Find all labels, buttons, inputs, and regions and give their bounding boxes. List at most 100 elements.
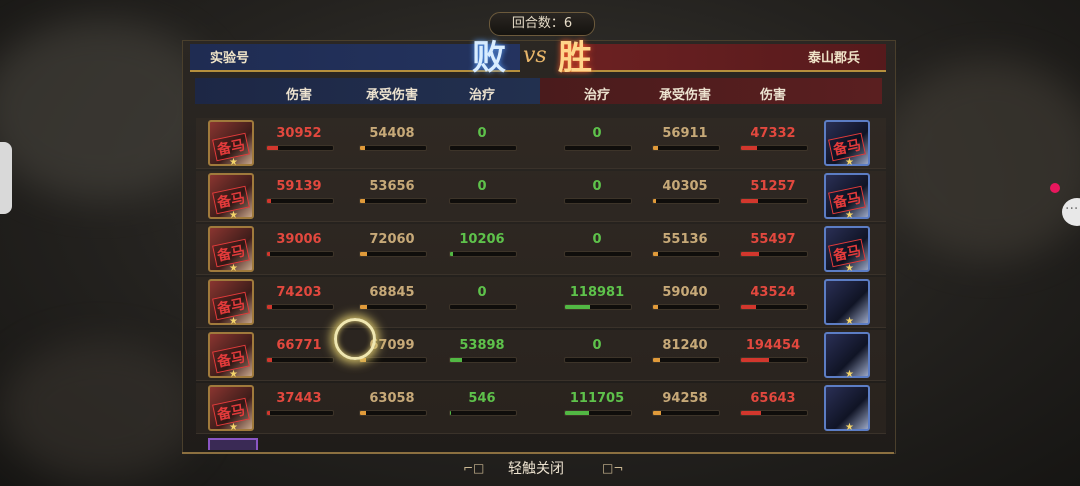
result-lose-label: 败 [472,38,506,78]
right-damage-taken-bar [652,410,720,416]
right-damage-bar [740,410,808,416]
tap-to-close-label[interactable]: 轻触关闭 [508,458,564,478]
left-damage-taken-bar-fill [360,252,367,256]
panel-bottom-border [182,452,894,454]
right-damage-taken-value: 94258 [662,391,708,406]
column-header-left-healing: 治疗 [468,88,495,103]
left-damage-taken-value: 72060 [369,232,415,247]
column-header-right-healing: 治疗 [583,88,610,103]
right-hero-portrait[interactable]: ★ [824,279,870,327]
left-damage-bar [266,145,334,151]
left-hero-portrait[interactable]: 备马 ★ [208,385,254,433]
side-drawer-handle[interactable] [0,142,12,214]
star-icon: ★ [845,316,854,327]
right-damage-bar [740,198,808,204]
column-header-left-damage: 伤害 [285,88,312,103]
right-damage-bar-fill [741,199,759,203]
right-damage-value: 194454 [745,338,801,353]
right-healing-bar [564,198,632,204]
right-healing-bar-fill [565,411,589,415]
star-icon: ★ [229,263,238,274]
left-damage-bar [266,251,334,257]
right-damage-taken-bar [652,251,720,257]
left-damage-bar-fill [267,358,272,362]
left-hero-portrait[interactable]: 备马 ★ [208,173,254,221]
left-damage-bar [266,410,334,416]
right-damage-value: 65643 [750,391,796,406]
star-icon: ★ [845,157,854,168]
left-damage-taken-bar [359,251,427,257]
left-damage-taken-bar [359,145,427,151]
left-hero-portrait[interactable]: 备马 ★ [208,226,254,274]
left-healing-bar-fill [450,358,462,362]
left-team-name: 实验号 [210,51,250,66]
star-icon: ★ [229,316,238,327]
right-healing-bar [564,410,632,416]
right-hero-portrait[interactable]: 备马 ★ [824,120,870,168]
star-icon: ★ [845,263,854,274]
left-healing-bar [449,145,517,151]
left-damage-bar-fill [267,411,271,415]
left-healing-bar [449,357,517,363]
right-damage-value: 47332 [750,126,796,141]
left-healing-bar-fill [450,411,451,415]
star-icon: ★ [845,369,854,380]
ornament-right-icon: □¬ [602,461,624,475]
right-hero-portrait[interactable]: ★ [824,332,870,380]
left-healing-value: 0 [477,126,487,141]
left-hero-portrait[interactable]: 备马 ★ [208,279,254,327]
notification-dot [1050,183,1060,193]
star-icon: ★ [845,422,854,433]
left-damage-value: 39006 [276,232,322,247]
right-healing-value: 0 [592,126,602,141]
versus-label: vs [523,43,547,68]
right-damage-value: 43524 [750,285,796,300]
right-healing-value: 118981 [569,285,625,300]
left-damage-value: 59139 [276,179,322,194]
left-damage-taken-bar [359,357,427,363]
column-header-right-damage-taken: 承受伤害 [658,88,711,103]
right-healing-bar-fill [565,305,591,309]
right-damage-taken-value: 59040 [662,285,708,300]
left-healing-value: 53898 [459,338,505,353]
left-hero-portrait[interactable]: 备马 ★ [208,120,254,168]
left-healing-bar [449,251,517,257]
left-damage-taken-bar [359,198,427,204]
right-damage-bar-fill [741,411,761,415]
right-damage-bar [740,145,808,151]
left-damage-taken-bar [359,304,427,310]
background-blur [0,340,200,480]
right-damage-taken-bar-fill [653,305,659,309]
right-healing-bar [564,145,632,151]
right-damage-taken-value: 40305 [662,179,708,194]
left-healing-bar [449,304,517,310]
left-damage-taken-value: 54408 [369,126,415,141]
left-healing-value: 0 [477,179,487,194]
left-damage-bar [266,304,334,310]
right-damage-bar-fill [741,252,760,256]
right-damage-taken-bar-fill [653,199,657,203]
left-damage-taken-value: 53656 [369,179,415,194]
right-healing-value: 0 [592,179,602,194]
left-damage-bar-fill [267,146,278,150]
right-hero-portrait[interactable]: 备马 ★ [824,173,870,221]
right-damage-bar [740,251,808,257]
right-hero-portrait[interactable]: 备马 ★ [824,226,870,274]
left-damage-taken-bar-fill [360,199,366,203]
column-header-right-damage: 伤害 [759,88,786,103]
left-damage-value: 74203 [276,285,322,300]
left-damage-bar-fill [267,252,271,256]
left-damage-taken-bar-fill [360,411,366,415]
right-damage-taken-bar [652,145,720,151]
ornament-left-icon: ⌐□ [463,461,485,475]
left-damage-taken-bar-fill [360,146,366,150]
left-damage-value: 30952 [276,126,322,141]
background-blur [880,60,1080,260]
left-damage-taken-value: 68845 [369,285,415,300]
right-hero-portrait[interactable]: ★ [824,385,870,433]
right-damage-taken-value: 81240 [662,338,708,353]
right-healing-bar [564,251,632,257]
left-hero-portrait[interactable]: 备马 ★ [208,332,254,380]
touch-indicator [334,318,376,360]
right-damage-bar [740,357,808,363]
